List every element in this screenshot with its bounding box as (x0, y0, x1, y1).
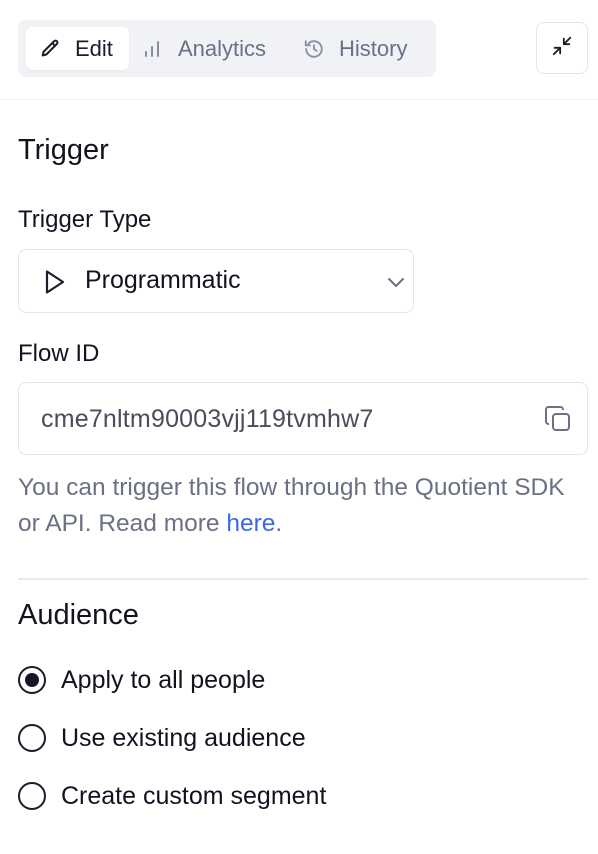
chevron-down-icon (386, 272, 406, 297)
flow-id-value: cme7nltm90003vjj119tvmhw7 (41, 405, 374, 433)
play-icon (44, 269, 66, 300)
audience-option-all[interactable]: Apply to all people (18, 665, 265, 695)
tab-history-label: History (339, 35, 408, 61)
trigger-type-select[interactable]: Programmatic (18, 249, 414, 313)
trigger-type-value: Programmatic (85, 266, 241, 294)
flow-id-label: Flow ID (18, 340, 100, 367)
section-divider (18, 578, 588, 580)
radio-button[interactable] (18, 782, 46, 810)
help-suffix: . (275, 510, 283, 537)
help-text: You can trigger this flow through the Qu… (18, 474, 565, 537)
copy-icon[interactable] (544, 405, 572, 438)
flow-help-text: You can trigger this flow through the Qu… (18, 470, 588, 542)
audience-option-label: Apply to all people (61, 665, 266, 694)
history-icon (303, 38, 325, 60)
tab-bar: Edit Analytics History (18, 20, 436, 77)
audience-option-label: Create custom segment (61, 781, 327, 810)
trigger-type-label: Trigger Type (18, 206, 152, 233)
radio-button[interactable] (18, 724, 46, 752)
top-bar: Edit Analytics History (0, 0, 598, 100)
audience-option-existing[interactable]: Use existing audience (18, 723, 306, 753)
trigger-heading: Trigger (18, 134, 109, 166)
tab-history[interactable]: History (303, 27, 433, 70)
audience-option-custom[interactable]: Create custom segment (18, 781, 326, 811)
audience-heading: Audience (18, 599, 139, 631)
tab-edit-label: Edit (75, 35, 113, 61)
tab-analytics-label: Analytics (178, 35, 267, 61)
flow-id-field[interactable]: cme7nltm90003vjj119tvmhw7 (18, 382, 588, 455)
tab-analytics[interactable]: Analytics (144, 27, 280, 70)
collapse-button[interactable] (536, 22, 588, 74)
tab-edit[interactable]: Edit (26, 27, 129, 70)
minimize-icon (551, 35, 573, 62)
pencil-icon (39, 38, 61, 60)
bar-chart-icon (144, 40, 160, 58)
audience-option-label: Use existing audience (61, 723, 306, 752)
radio-button[interactable] (18, 666, 46, 694)
help-link[interactable]: here (226, 510, 275, 537)
